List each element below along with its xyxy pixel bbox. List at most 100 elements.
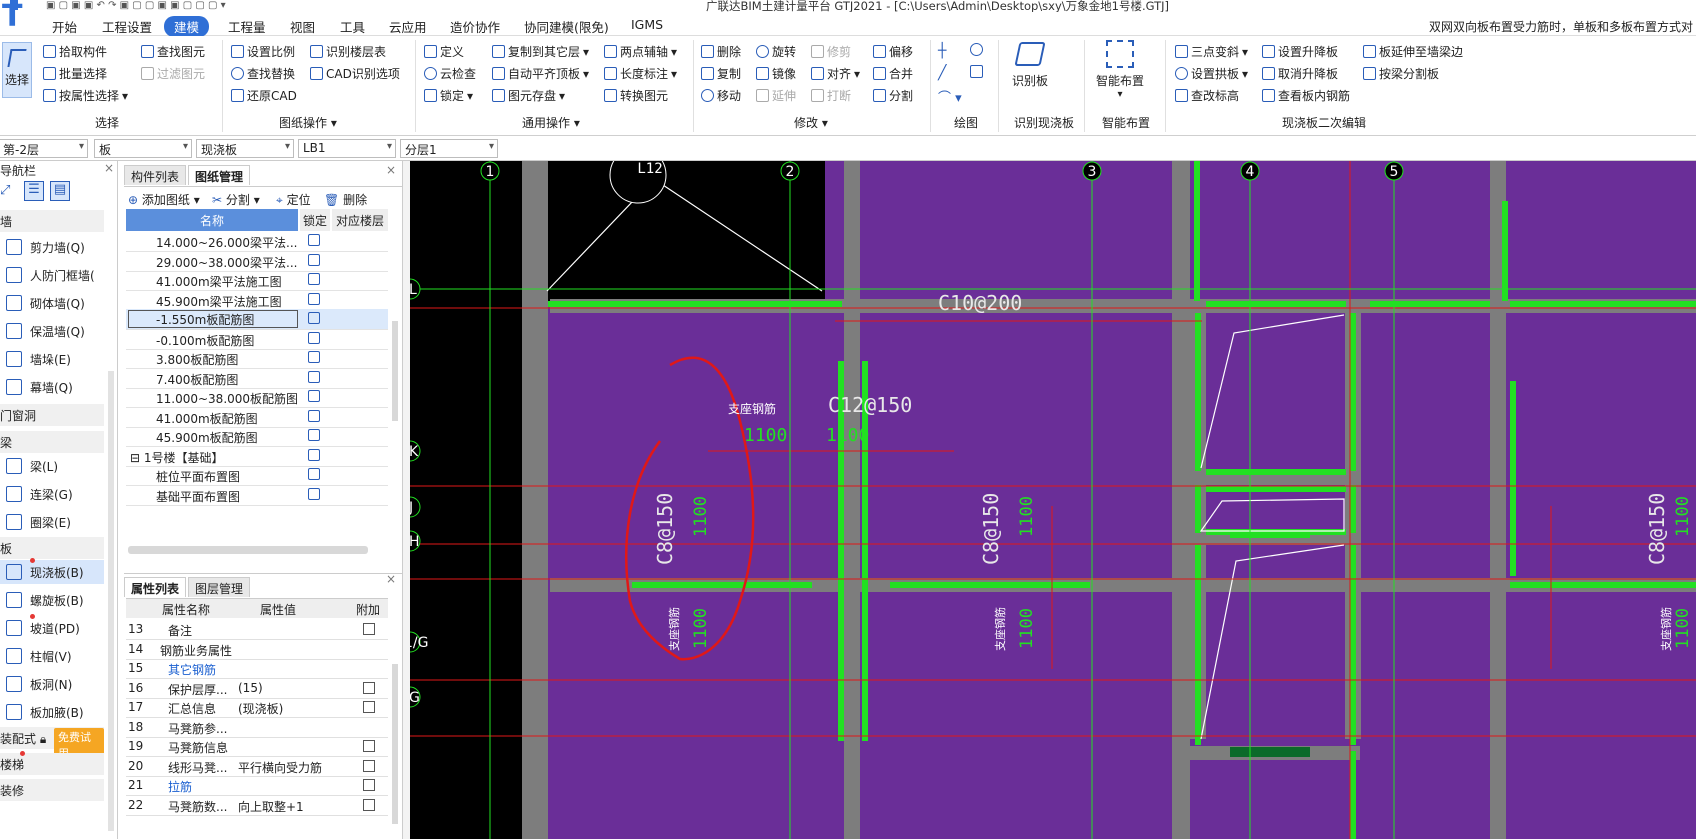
col-lock[interactable]: 锁定 <box>300 209 330 231</box>
nav-cat-door-window[interactable]: 门窗洞 <box>0 404 104 426</box>
tab-property-list[interactable]: 属性列表 <box>124 577 187 597</box>
delete-drawing-button[interactable]: 🗑︎ 删除 <box>324 191 367 208</box>
move-button[interactable]: 移动 <box>701 87 741 104</box>
lock-icon[interactable] <box>308 273 320 285</box>
menu-quantity[interactable]: 工程量 <box>228 17 266 36</box>
props-scrollbar[interactable] <box>392 664 398 824</box>
set-arch-button[interactable]: 设置拱板 ▾ <box>1175 65 1248 82</box>
split-button[interactable]: 分割 <box>873 87 913 104</box>
menu-start[interactable]: 开始 <box>52 17 77 36</box>
drawing-row[interactable]: 3.800板配筋图 <box>126 348 388 369</box>
lock-icon[interactable] <box>308 468 320 480</box>
close-icon[interactable]: × <box>386 574 396 586</box>
nav-cat-beam[interactable]: 梁 <box>0 431 104 453</box>
drawing-row[interactable]: -0.100m板配筋图 <box>126 329 388 350</box>
tab-component-list[interactable]: 构件列表 <box>124 165 187 185</box>
lock-icon[interactable] <box>308 429 320 441</box>
drawing-row[interactable]: -1.550m板配筋图 <box>126 309 388 330</box>
copy-to-floor-button[interactable]: 复制到其它层 ▾ <box>492 43 589 60</box>
attach-checkbox[interactable] <box>363 740 375 752</box>
pick-component-button[interactable]: 拾取构件 <box>43 43 107 60</box>
cad-options-button[interactable]: CAD识别选项 <box>310 65 400 82</box>
property-row[interactable]: 15 其它钢筋 <box>126 658 388 679</box>
property-row[interactable]: 16 保护层厚... (15) <box>126 678 388 699</box>
property-value[interactable]: 平行横向受力筋 <box>238 759 322 776</box>
merge-button[interactable]: 合并 <box>873 65 913 82</box>
lock-icon[interactable] <box>308 312 320 324</box>
cloud-check-button[interactable]: 云检查 <box>424 65 476 82</box>
v-scrollbar[interactable] <box>392 321 398 421</box>
cancel-drop-slab-button[interactable]: 取消升降板 <box>1262 65 1338 82</box>
nav-cat-slab[interactable]: 板 <box>0 537 104 559</box>
nav-item-curtain-wall[interactable]: 幕墙(Q) <box>6 375 104 399</box>
panel-splitter[interactable] <box>402 161 410 839</box>
col-name[interactable]: 名称 <box>126 209 298 231</box>
type-select[interactable]: 现浇板 <box>196 139 294 158</box>
drawing-row[interactable]: 11.000~38.000板配筋图 <box>126 387 388 408</box>
attach-checkbox[interactable] <box>363 681 375 694</box>
attach-checkbox[interactable] <box>363 701 375 713</box>
split-drawing-button[interactable]: ✂ 分割 ▾ <box>212 191 260 208</box>
split-by-beam-button[interactable]: 按梁分割板 <box>1363 65 1439 82</box>
nav-item-column-cap[interactable]: 柱帽(V) <box>6 644 104 668</box>
find-element-button[interactable]: 查找图元 <box>141 43 205 60</box>
drawing-row[interactable]: 7.400板配筋图 <box>126 368 388 389</box>
property-row[interactable]: 17 汇总信息 (现浇板) <box>126 697 388 718</box>
nav-item-ring-beam[interactable]: 圈梁(E) <box>6 510 104 534</box>
lock-icon[interactable] <box>308 487 320 500</box>
mirror-button[interactable]: 镜像 <box>756 65 796 82</box>
property-value[interactable]: (现浇板) <box>238 700 283 717</box>
lock-icon[interactable] <box>308 253 320 266</box>
lock-icon[interactable] <box>308 351 320 363</box>
lock-icon[interactable] <box>308 370 320 383</box>
menu-cost-collab[interactable]: 造价协作 <box>450 17 500 36</box>
nav-item-masonry-wall[interactable]: 砌体墙(Q) <box>6 291 104 315</box>
category-select[interactable]: 板 <box>94 139 192 158</box>
app-logo-icon[interactable]: T <box>2 1 28 33</box>
property-row[interactable]: 18 马凳筋参... <box>126 717 388 738</box>
point-draw-icon[interactable]: ┼ <box>938 43 946 59</box>
locate-button[interactable]: ⌖ 定位 <box>276 191 311 208</box>
lock-icon[interactable] <box>308 331 320 344</box>
h-scrollbar[interactable] <box>128 546 368 554</box>
drawing-row[interactable]: 45.900m梁平法施工图 <box>126 290 388 311</box>
menu-cloud[interactable]: 云应用 <box>389 17 427 36</box>
trim-button[interactable]: 修剪 <box>811 43 851 60</box>
find-replace-button[interactable]: 查找替换 <box>231 65 295 82</box>
recognize-slab-button[interactable]: 识别板 <box>1008 42 1052 100</box>
quick-access-toolbar[interactable]: ▣ ▢ ▣ ▣ ↶ ↷ ▣ ▢ ▢ ▣ ▣ ▢ ▢ ▢ ▾ <box>46 0 226 11</box>
component-select[interactable]: LB1 <box>298 139 396 158</box>
add-drawing-button[interactable]: ⊕ 添加图纸 ▾ <box>128 191 200 208</box>
cad-canvas[interactable]: 1 2 3 4 5 L K J H 1/G G C10@200 C12@150 1100 1100… <box>410 161 1696 839</box>
pin-icon[interactable]: ⤢ <box>0 183 10 198</box>
define-button[interactable]: 定义 <box>424 43 464 60</box>
view-slab-rebar-button[interactable]: 查看板内钢筋 <box>1262 87 1350 104</box>
nav-item-wall-pier[interactable]: 墙垛(E) <box>6 347 104 371</box>
extend-button[interactable]: 延伸 <box>756 87 796 104</box>
nav-cat-stairs[interactable]: 楼梯 <box>0 753 104 775</box>
property-row[interactable]: 13 备注 <box>126 619 388 640</box>
menu-view[interactable]: 视图 <box>290 17 315 36</box>
property-row[interactable]: 21 拉筋 <box>126 775 388 796</box>
nav-cat-prefab[interactable]: 装配式 🔒︎ 免费试用 <box>0 727 104 762</box>
extend-slab-button[interactable]: 板延伸至墙梁边 <box>1363 43 1463 60</box>
nav-cat-decoration[interactable]: 装修 <box>0 779 104 801</box>
layer-select[interactable]: 分层1 <box>400 139 498 158</box>
attach-checkbox[interactable] <box>363 623 375 635</box>
offset-button[interactable]: 偏移 <box>873 43 913 60</box>
restore-cad-button[interactable]: 还原CAD <box>231 87 297 104</box>
close-icon[interactable]: × <box>104 161 114 175</box>
lock-icon[interactable] <box>308 390 320 402</box>
lock-icon[interactable] <box>308 448 320 461</box>
smart-layout-button[interactable]: 智能布置 ▾ <box>1092 40 1148 110</box>
menu-project-settings[interactable]: 工程设置 <box>102 17 152 36</box>
property-value[interactable]: 向上取整+1 <box>238 798 304 815</box>
align-button[interactable]: 对齐 ▾ <box>811 65 860 82</box>
line-draw-icon[interactable]: ╱ <box>938 65 946 81</box>
filter-element-button[interactable]: 过滤图元 <box>141 65 205 82</box>
nav-cat-wall[interactable]: 墙 <box>0 210 104 232</box>
nav-item-civil-defense-wall[interactable]: 人防门框墙( <box>6 263 104 287</box>
nav-item-cast-slab[interactable]: 现浇板(B) <box>0 560 104 584</box>
drawing-row[interactable]: 45.900m板配筋图 <box>126 426 388 447</box>
nav-item-slab-hole[interactable]: 板洞(N) <box>6 672 104 696</box>
